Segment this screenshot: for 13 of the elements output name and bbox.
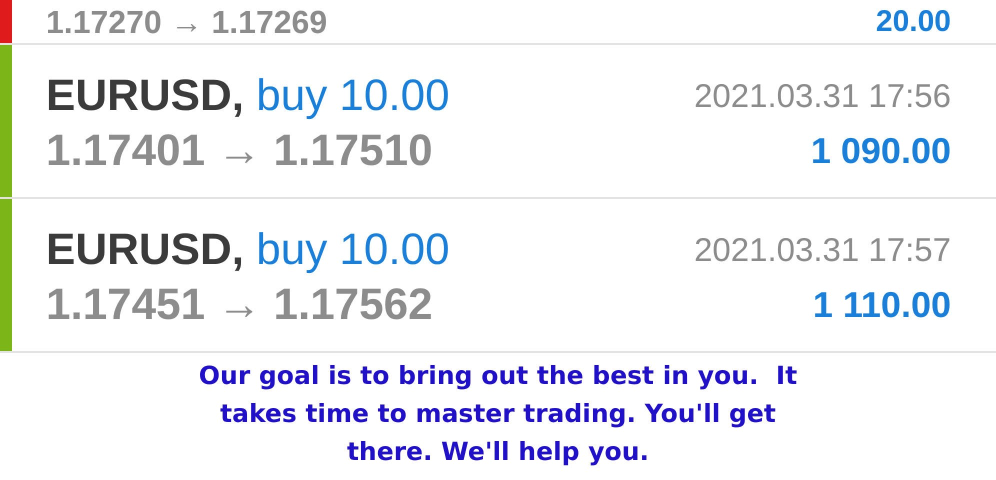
symbol-label: EURUSD,	[46, 70, 244, 120]
price-range: 1.17270 → 1.17269	[46, 2, 328, 42]
profit-value: 1 090.00	[810, 130, 951, 172]
timestamp: 2021.03.31 17:57	[694, 230, 951, 268]
timestamp: 2021.03.31 17:56	[694, 76, 951, 114]
symbol-label: EURUSD,	[46, 224, 244, 274]
price-range: 1.17401 → 1.17510	[46, 126, 434, 176]
order-type-label: buy 10.00	[256, 224, 450, 274]
order-type-label: buy 10.00	[256, 70, 450, 120]
profit-value: 1 110.00	[812, 284, 951, 326]
motivational-message: Our goal is to bring out the best in you. It takes time to master trading. You'll get there. We'll help you.	[198, 360, 798, 468]
price-range: 1.17451 → 1.17562	[46, 280, 434, 330]
profit-value: 20.00	[876, 4, 951, 40]
